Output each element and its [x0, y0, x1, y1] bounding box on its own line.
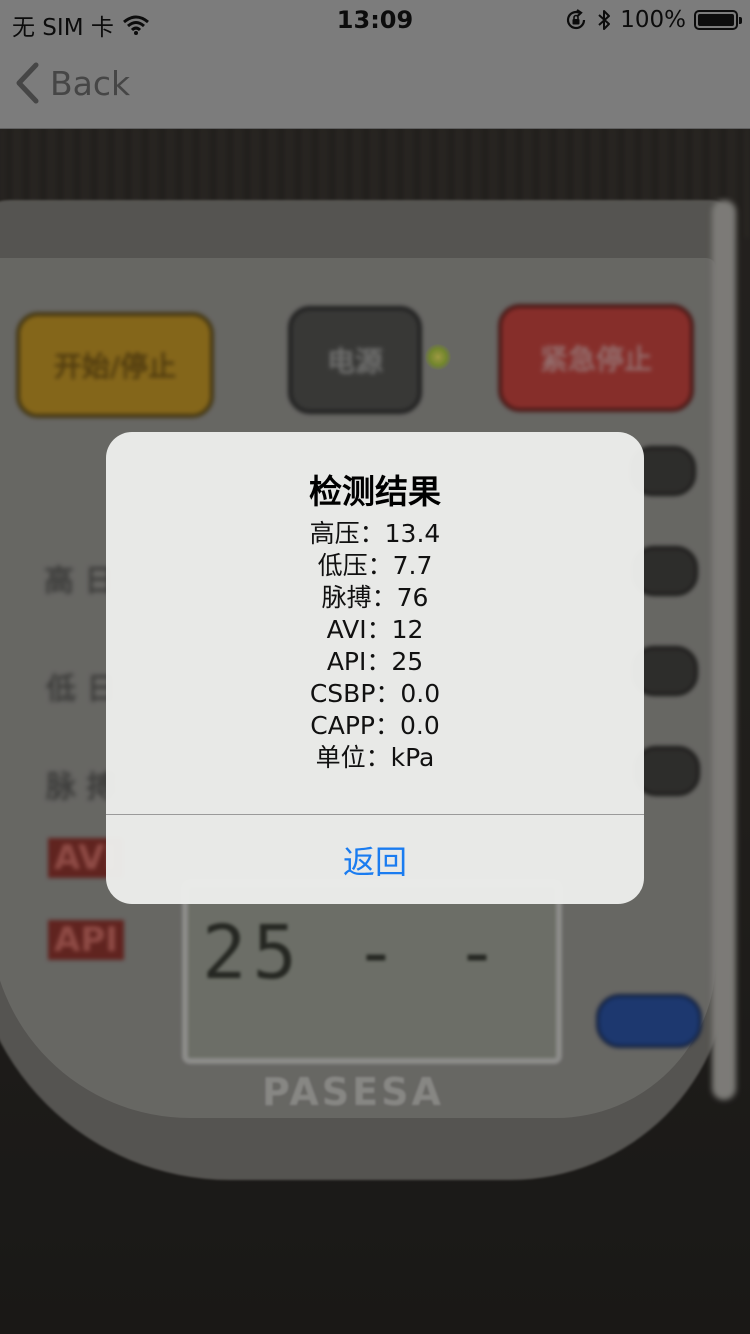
alert-line-diastolic: 低压：7.7: [317, 551, 433, 580]
status-bar: 无 SIM 卡 13:09 100%: [0, 0, 750, 41]
alert-return-button[interactable]: 返回: [106, 815, 644, 904]
alert-line-unit: 单位：kPa: [315, 743, 435, 772]
alert-message: 高压：13.4 低压：7.7 脉搏：76 AVI：12 API：25 CSBP：…: [106, 518, 644, 774]
alert-line-avi: AVI：12: [326, 615, 424, 644]
alert-line-pulse: 脉搏：76: [321, 583, 429, 612]
orientation-lock-icon: [567, 9, 586, 30]
navigation-bar: Back: [0, 40, 750, 129]
bluetooth-icon: [598, 10, 611, 30]
alert-line-systolic: 高压：13.4: [309, 519, 441, 548]
battery-icon: [694, 10, 742, 30]
back-button-label: Back: [50, 63, 131, 103]
alert-line-capp: CAPP：0.0: [310, 711, 440, 740]
result-alert-dialog: 检测结果 高压：13.4 低压：7.7 脉搏：76 AVI：12 API：25 …: [106, 432, 644, 904]
alert-line-csbp: CSBP：0.0: [309, 679, 441, 708]
chevron-left-icon: [16, 62, 39, 104]
alert-line-api: API：25: [326, 647, 424, 676]
status-right: 100%: [564, 7, 742, 33]
alert-title: 检测结果: [309, 472, 441, 511]
back-button[interactable]: Back: [14, 62, 130, 104]
battery-percent: 100%: [620, 7, 686, 33]
